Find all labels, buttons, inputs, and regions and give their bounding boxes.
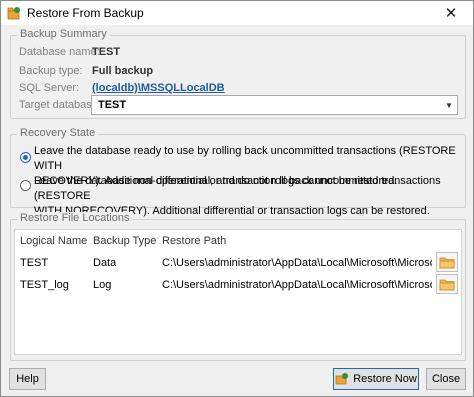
restore-app-icon xyxy=(7,7,20,20)
restore-dialog: Restore From Backup ✕ Backup Summary Dat… xyxy=(0,0,474,397)
column-header-logical-name[interactable]: Logical Name xyxy=(20,235,87,247)
backup-type-label: Backup type: xyxy=(19,65,83,77)
backup-summary-legend: Backup Summary xyxy=(17,28,110,40)
target-database-select[interactable]: TEST ▼ xyxy=(91,95,458,115)
backup-type-value: Full backup xyxy=(92,65,154,77)
norecovery-option-line1: Leave the database non-operational, and … xyxy=(34,175,441,202)
column-header-restore-path[interactable]: Restore Path xyxy=(162,235,226,247)
folder-icon xyxy=(439,257,455,268)
restore-now-button[interactable]: Restore Now xyxy=(333,368,419,390)
close-button-label: Close xyxy=(431,373,461,385)
folder-icon xyxy=(439,279,455,290)
target-database-value: TEST xyxy=(98,99,127,111)
title-bar: Restore From Backup ✕ xyxy=(1,1,473,25)
close-window-button[interactable]: ✕ xyxy=(429,1,473,25)
restore-icon xyxy=(335,373,349,385)
column-header-backup-type[interactable]: Backup Type xyxy=(93,235,156,247)
close-icon: ✕ xyxy=(444,5,458,22)
restore-files-grid xyxy=(14,229,462,355)
restore-now-label: Restore Now xyxy=(353,373,417,385)
norecovery-option-radio[interactable] xyxy=(20,180,31,191)
recovery-option-line1: Leave the database ready to use by rolli… xyxy=(34,145,456,172)
window-title: Restore From Backup xyxy=(27,6,144,20)
browse-folder-button[interactable] xyxy=(436,274,458,294)
sql-server-label: SQL Server: xyxy=(19,82,80,94)
database-name-value: TEST xyxy=(92,46,121,58)
help-button-label: Help xyxy=(16,373,39,385)
recovery-state-legend: Recovery State xyxy=(17,127,99,139)
help-button[interactable]: Help xyxy=(9,368,46,390)
close-button[interactable]: Close xyxy=(426,368,466,390)
row-logical-name: TEST_log xyxy=(20,279,69,291)
database-name-label: Database name: xyxy=(19,46,100,58)
row-backup-type: Data xyxy=(93,257,117,269)
chevron-down-icon: ▼ xyxy=(445,100,453,110)
sql-server-link[interactable]: (localdb)\MSSQLLocalDB xyxy=(92,82,225,94)
target-database-label: Target database: xyxy=(19,99,101,111)
recovery-option-radio[interactable] xyxy=(20,152,31,163)
row-backup-type: Log xyxy=(93,279,112,291)
browse-folder-button[interactable] xyxy=(436,252,458,272)
restore-files-legend: Restore File Locations xyxy=(17,212,133,224)
row-logical-name: TEST xyxy=(20,257,49,269)
row-restore-path: C:\Users\administrator\AppData\Local\Mic… xyxy=(162,257,432,269)
row-restore-path: C:\Users\administrator\AppData\Local\Mic… xyxy=(162,279,432,291)
